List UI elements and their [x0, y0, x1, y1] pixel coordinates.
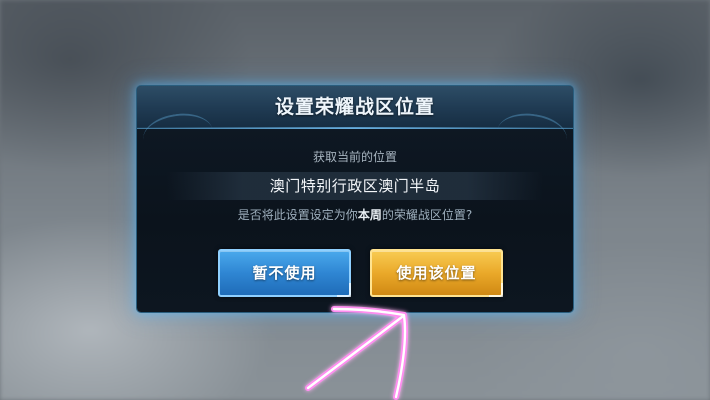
- current-location-label: 获取当前的位置: [312, 150, 397, 164]
- dialog-header: 设置荣耀战区位置: [137, 86, 573, 161]
- hand-drawn-arrow-icon: [305, 306, 408, 400]
- use-location-button[interactable]: 使用该位置: [370, 249, 503, 297]
- question-prefix: 是否将此设置设定为你: [237, 208, 358, 222]
- region-location-dialog: 设置荣耀战区位置 获取当前的位置 澳门特别行政区澳门半岛 是否将此设置设定为你本…: [137, 86, 573, 312]
- question-highlight: 本周: [357, 208, 382, 222]
- confirmation-question: 是否将此设置设定为你本周的荣耀战区位置?: [137, 206, 573, 223]
- decline-button[interactable]: 暂不使用: [218, 249, 351, 297]
- location-value: 澳门特别行政区澳门半岛: [269, 177, 441, 195]
- dialog-title: 设置荣耀战区位置: [274, 96, 435, 118]
- question-suffix: 的荣耀战区位置?: [381, 208, 473, 222]
